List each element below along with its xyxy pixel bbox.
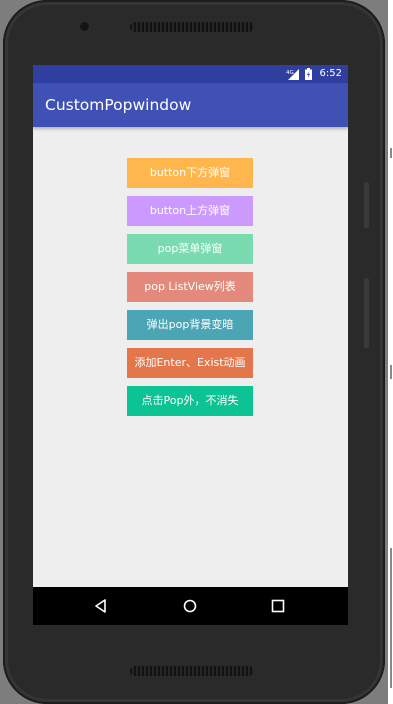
show-below-button[interactable]: button下方弹窗 xyxy=(127,158,253,188)
app-bar: CustomPopwindow xyxy=(33,83,348,127)
power-button xyxy=(364,278,369,348)
outside-touch-no-dismiss-button[interactable]: 点击Pop外，不消失 xyxy=(127,386,253,416)
top-speaker-grille xyxy=(130,22,254,32)
status-bar: 4G 6:52 xyxy=(33,65,348,83)
network-type-label: 4G xyxy=(286,70,294,76)
volume-button xyxy=(364,182,369,228)
recents-icon[interactable] xyxy=(269,597,287,615)
status-time: 6:52 xyxy=(319,68,342,79)
background-edge xyxy=(388,0,393,704)
back-icon[interactable] xyxy=(92,597,110,615)
button-list: button下方弹窗 button上方弹窗 pop菜单弹窗 pop ListVi… xyxy=(127,158,253,424)
bottom-speaker-grille xyxy=(130,666,254,676)
edge-mark xyxy=(390,148,392,158)
battery-icon xyxy=(305,68,312,80)
navigation-bar xyxy=(33,587,348,625)
show-above-button[interactable]: button上方弹窗 xyxy=(127,196,253,226)
front-camera xyxy=(80,22,89,31)
enter-exit-animation-button[interactable]: 添加Enter、Exist动画 xyxy=(127,348,253,378)
signal-icon: 4G xyxy=(286,69,299,80)
screen: 4G 6:52 CustomPopwindow button下方弹窗 butto… xyxy=(33,65,348,625)
edge-mark xyxy=(390,365,392,379)
pop-listview-button[interactable]: pop ListView列表 xyxy=(127,272,253,302)
pop-menu-button[interactable]: pop菜单弹窗 xyxy=(127,234,253,264)
dim-background-button[interactable]: 弹出pop背景变暗 xyxy=(127,310,253,340)
home-icon[interactable] xyxy=(181,597,199,615)
edge-mark xyxy=(390,548,392,688)
app-title: CustomPopwindow xyxy=(45,96,192,114)
